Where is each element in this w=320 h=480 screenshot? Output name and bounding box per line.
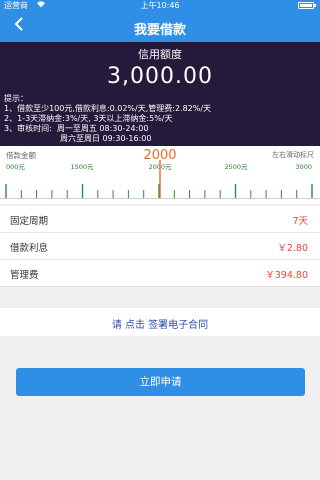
detail-row-fee: 管理费 ￥394.80 (0, 260, 320, 287)
loan-details: 固定周期 7天 借款利息 ￥2.80 管理费 ￥394.80 (0, 206, 320, 287)
status-time: 上午10:46 (140, 1, 180, 10)
detail-key: 借款利息 (10, 243, 49, 254)
ruler-tick-label: 2500元 (224, 163, 248, 171)
detail-key: 管理费 (10, 270, 39, 281)
detail-row-interest: 借款利息 ￥2.80 (0, 233, 320, 260)
ruler-tick-label: 1500元 (70, 163, 94, 171)
nav-bar: 我要借款 (0, 12, 320, 42)
contract-bar: 请 点击 签署电子合同 (0, 308, 320, 336)
amount-ruler[interactable]: 借款金额 2000 左右滑动标尺 000元1500元2000元2500元3000 (0, 146, 320, 204)
battery-icon (298, 2, 316, 9)
credit-amount: 3,000.00 (107, 64, 213, 89)
detail-value: ￥2.80 (277, 243, 308, 254)
sign-contract-link[interactable]: 请 点击 签署电子合同 (0, 316, 320, 331)
status-bar: 运营商 上午10:46 (0, 0, 320, 12)
detail-key: 固定周期 (10, 216, 49, 227)
ruler-scale[interactable]: 000元1500元2000元2500元3000 (0, 160, 320, 204)
detail-row-period: 固定周期 7天 (0, 206, 320, 233)
page-title: 我要借款 (133, 23, 186, 38)
credit-panel: 信用额度 3,000.00 提示： 1、借款至少100元,借款利息:0.02%/… (0, 42, 320, 146)
ruler-tick-label: 3000 (295, 163, 312, 171)
credit-tips: 提示： 1、借款至少100元,借款利息:0.02%/天,管理费:2.82%/天 … (4, 94, 212, 143)
detail-value: 7天 (292, 216, 308, 227)
apply-button[interactable]: 立即申请 (16, 368, 305, 396)
detail-value: ￥394.80 (265, 270, 308, 281)
ruler-hint: 左右滑动标尺 (272, 151, 314, 159)
ruler-tick-label: 000元 (6, 163, 25, 171)
credit-label: 信用额度 (138, 48, 182, 61)
